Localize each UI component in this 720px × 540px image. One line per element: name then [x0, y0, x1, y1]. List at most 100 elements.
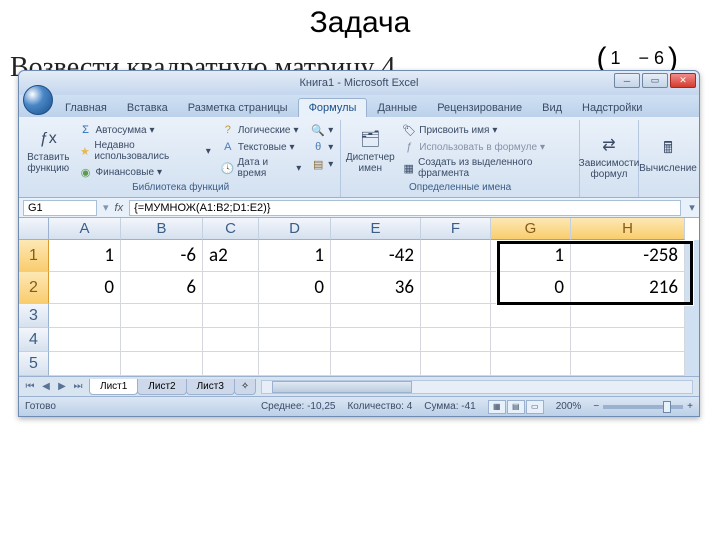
office-button[interactable]: [23, 85, 53, 115]
sheet-tab-1[interactable]: Лист1: [89, 379, 138, 395]
row-header-5[interactable]: 5: [19, 352, 49, 376]
column-header-E[interactable]: E: [331, 218, 421, 240]
create-from-selection-button[interactable]: ▦Создать из выделенного фрагмента: [400, 156, 574, 180]
tab-insert[interactable]: Вставка: [117, 99, 178, 117]
tab-addins[interactable]: Надстройки: [572, 99, 652, 117]
tab-view[interactable]: Вид: [532, 99, 572, 117]
financial-button[interactable]: ◉Финансовые ▾: [77, 164, 213, 180]
cell-E1[interactable]: -42: [331, 240, 421, 272]
sheet-tab-3[interactable]: Лист3: [186, 379, 235, 395]
more-functions-button[interactable]: ▤▾: [309, 156, 335, 172]
cell-H3[interactable]: [571, 304, 685, 328]
cell-B4[interactable]: [121, 328, 203, 352]
row-header-4[interactable]: 4: [19, 328, 49, 352]
fx-button[interactable]: fx: [111, 202, 128, 214]
tab-page-layout[interactable]: Разметка страницы: [178, 99, 298, 117]
sheet-nav-last[interactable]: ⏭: [71, 381, 85, 392]
sheet-nav-prev[interactable]: ◀: [39, 381, 53, 392]
cell-G2[interactable]: 0: [491, 272, 571, 304]
cell-E2[interactable]: 36: [331, 272, 421, 304]
row-header-1[interactable]: 1: [19, 240, 49, 272]
define-name-button[interactable]: 🏷Присвоить имя ▾: [400, 122, 574, 138]
cell-H2[interactable]: 216: [571, 272, 685, 304]
cell-C3[interactable]: [203, 304, 259, 328]
autosum-button[interactable]: ΣАвтосумма ▾: [77, 122, 213, 138]
cell-A1[interactable]: 1: [49, 240, 121, 272]
cell-G5[interactable]: [491, 352, 571, 376]
zoom-in-button[interactable]: +: [687, 401, 693, 412]
cell-D2[interactable]: 0: [259, 272, 331, 304]
insert-function-button[interactable]: ƒx Вставить функцию: [26, 122, 71, 180]
sheet-nav-next[interactable]: ▶: [55, 381, 69, 392]
logical-button[interactable]: ?Логические ▾: [219, 122, 303, 138]
datetime-button[interactable]: 🕓Дата и время ▾: [219, 156, 303, 180]
view-normal-button[interactable]: ▦: [488, 400, 506, 414]
math-button[interactable]: θ▾: [309, 139, 335, 155]
cell-A2[interactable]: 0: [49, 272, 121, 304]
tab-review[interactable]: Рецензирование: [427, 99, 532, 117]
tab-data[interactable]: Данные: [367, 99, 427, 117]
cell-G4[interactable]: [491, 328, 571, 352]
name-box[interactable]: G1: [23, 200, 97, 216]
cell-B2[interactable]: 6: [121, 272, 203, 304]
zoom-slider[interactable]: − +: [593, 401, 693, 412]
cell-E3[interactable]: [331, 304, 421, 328]
cell-A5[interactable]: [49, 352, 121, 376]
text-button[interactable]: AТекстовые ▾: [219, 139, 303, 155]
formula-expand-button[interactable]: ▾: [685, 201, 699, 214]
column-header-A[interactable]: A: [49, 218, 121, 240]
view-page-layout-button[interactable]: ▤: [507, 400, 525, 414]
column-header-D[interactable]: D: [259, 218, 331, 240]
lookup-button[interactable]: 🔍▾: [309, 122, 335, 138]
sheet-tab-new[interactable]: ✧: [234, 379, 256, 395]
view-page-break-button[interactable]: ▭: [526, 400, 544, 414]
use-in-formula-button[interactable]: ƒИспользовать в формуле ▾: [400, 139, 574, 155]
column-header-B[interactable]: B: [121, 218, 203, 240]
zoom-out-button[interactable]: −: [593, 401, 599, 412]
cell-D5[interactable]: [259, 352, 331, 376]
horizontal-scrollbar[interactable]: [261, 380, 693, 394]
tab-home[interactable]: Главная: [55, 99, 117, 117]
cell-F5[interactable]: [421, 352, 491, 376]
tab-formulas[interactable]: Формулы: [298, 98, 368, 117]
cell-C1[interactable]: а2: [203, 240, 259, 272]
maximize-button[interactable]: ▭: [642, 73, 668, 88]
cell-F4[interactable]: [421, 328, 491, 352]
cell-F3[interactable]: [421, 304, 491, 328]
sheet-tab-2[interactable]: Лист2: [137, 379, 186, 395]
cell-F2[interactable]: [421, 272, 491, 304]
name-manager-button[interactable]: 🗂 Диспетчер имен: [346, 122, 394, 180]
cell-E5[interactable]: [331, 352, 421, 376]
cell-F1[interactable]: [421, 240, 491, 272]
column-header-F[interactable]: F: [421, 218, 491, 240]
column-header-C[interactable]: C: [203, 218, 259, 240]
calculation-button[interactable]: 🖩 Вычисление: [644, 122, 692, 191]
cell-E4[interactable]: [331, 328, 421, 352]
cell-D4[interactable]: [259, 328, 331, 352]
zoom-level[interactable]: 200%: [556, 401, 582, 412]
row-header-3[interactable]: 3: [19, 304, 49, 328]
minimize-button[interactable]: ─: [614, 73, 640, 88]
cell-D1[interactable]: 1: [259, 240, 331, 272]
column-header-H[interactable]: H: [571, 218, 685, 240]
cell-G3[interactable]: [491, 304, 571, 328]
select-all-corner[interactable]: [19, 218, 49, 240]
close-button[interactable]: ✕: [670, 73, 696, 88]
cell-C5[interactable]: [203, 352, 259, 376]
sheet-nav-first[interactable]: ⏮: [23, 381, 37, 392]
cell-G1[interactable]: 1: [491, 240, 571, 272]
recently-used-button[interactable]: ★Недавно использовались ▾: [77, 139, 213, 163]
cell-A3[interactable]: [49, 304, 121, 328]
cell-C4[interactable]: [203, 328, 259, 352]
row-header-2[interactable]: 2: [19, 272, 49, 304]
cell-D3[interactable]: [259, 304, 331, 328]
formula-auditing-button[interactable]: ⇄ Зависимости формул: [585, 122, 633, 191]
name-box-dropdown[interactable]: ▾: [101, 201, 111, 214]
cell-B1[interactable]: -6: [121, 240, 203, 272]
cell-C2[interactable]: [203, 272, 259, 304]
cell-B5[interactable]: [121, 352, 203, 376]
cell-H4[interactable]: [571, 328, 685, 352]
cell-B3[interactable]: [121, 304, 203, 328]
formula-input[interactable]: {=МУМНОЖ(A1:B2;D1:E2)}: [129, 200, 681, 216]
cell-H5[interactable]: [571, 352, 685, 376]
